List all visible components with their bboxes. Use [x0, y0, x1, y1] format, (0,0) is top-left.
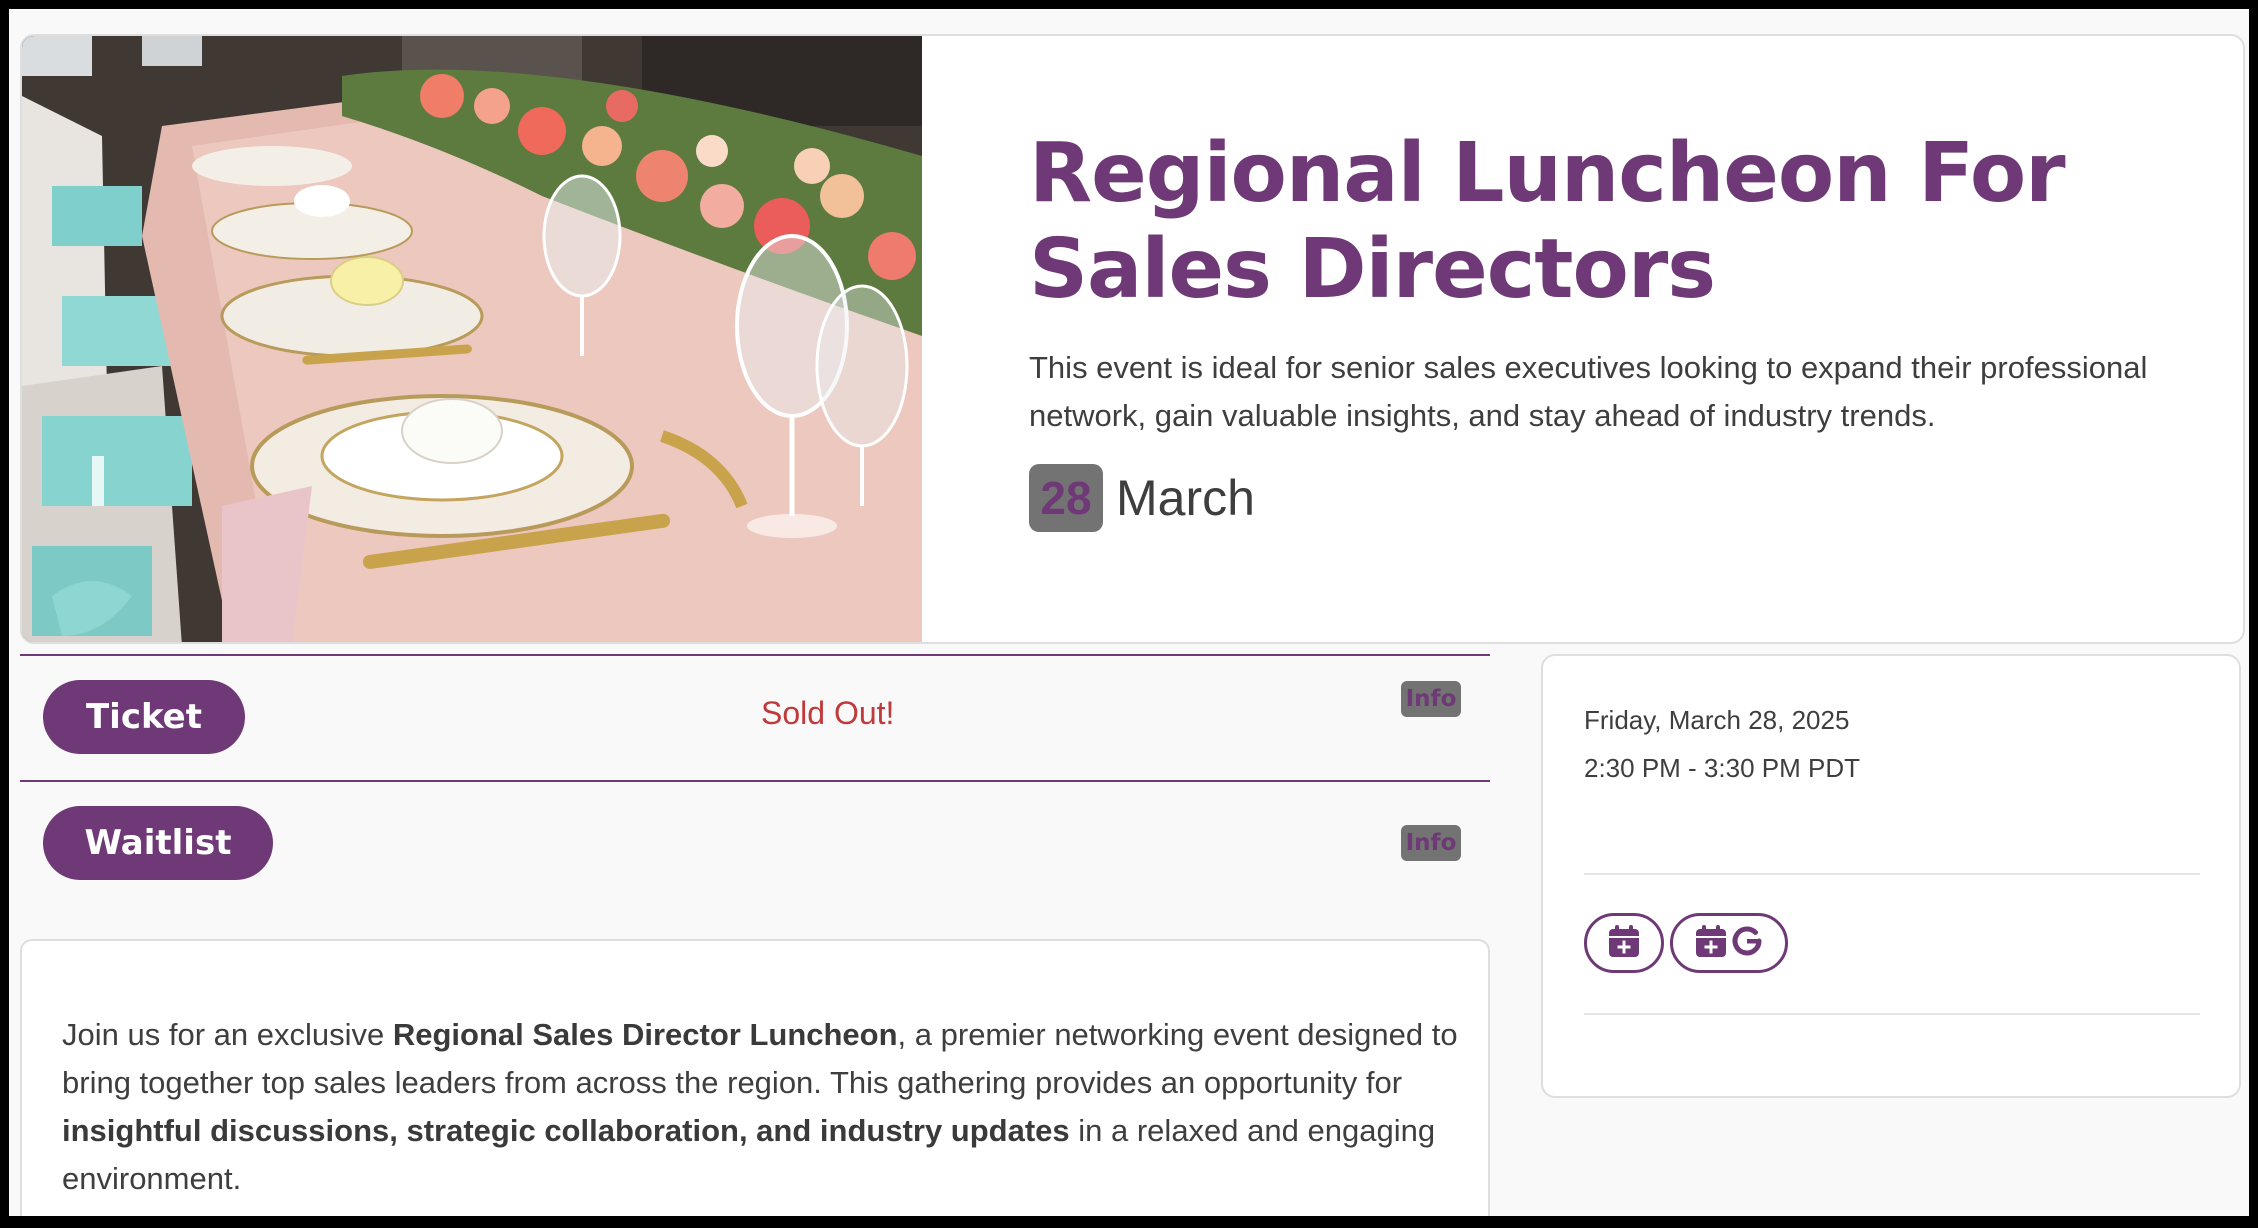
calendar-plus-icon: [1608, 924, 1640, 963]
ticket-info-button[interactable]: Info: [1401, 681, 1461, 717]
event-title: Regional Luncheon For Sales Directors: [1029, 126, 2066, 317]
event-summary: This event is ideal for senior sales exe…: [1029, 350, 2148, 433]
event-hero-card: Regional Luncheon For Sales Directors Th…: [20, 34, 2245, 644]
waitlist-button[interactable]: Waitlist: [43, 806, 273, 880]
description-highlight: insightful discussions, strategic collab…: [62, 1113, 1070, 1148]
event-description: Join us for an exclusive Regional Sales …: [62, 1011, 1462, 1203]
schedule-date: Friday, March 28, 2025: [1584, 705, 1850, 735]
description-highlight: Regional Sales Director Luncheon: [392, 1017, 898, 1052]
add-to-google-calendar-button[interactable]: [1670, 913, 1788, 973]
sold-out-label: Sold Out!: [761, 695, 895, 731]
waitlist-info-button[interactable]: Info: [1401, 825, 1461, 861]
event-hero-text: Regional Luncheon For Sales Directors Th…: [1029, 126, 2179, 532]
page: Regional Luncheon For Sales Directors Th…: [9, 9, 2249, 1216]
ticket-button[interactable]: Ticket: [43, 680, 245, 754]
divider: [20, 654, 1490, 656]
google-g-icon: [1731, 924, 1763, 963]
description-text: Join us for an exclusive: [62, 1017, 393, 1052]
event-photo: [22, 36, 922, 642]
event-date-day: 28: [1029, 464, 1103, 532]
add-to-calendar-button[interactable]: [1584, 913, 1664, 973]
event-description-card: Join us for an exclusive Regional Sales …: [20, 939, 1490, 1216]
event-date: 28 March: [1029, 464, 2179, 532]
event-date-month: March: [1116, 470, 1255, 526]
schedule-card: Friday, March 28, 2025 2:30 PM - 3:30 PM…: [1541, 654, 2241, 1098]
divider: [20, 780, 1490, 782]
divider: [1584, 1013, 2200, 1015]
schedule-time: 2:30 PM - 3:30 PM PDT: [1584, 753, 1860, 783]
divider: [1584, 873, 2200, 875]
calendar-plus-icon: [1695, 924, 1727, 963]
